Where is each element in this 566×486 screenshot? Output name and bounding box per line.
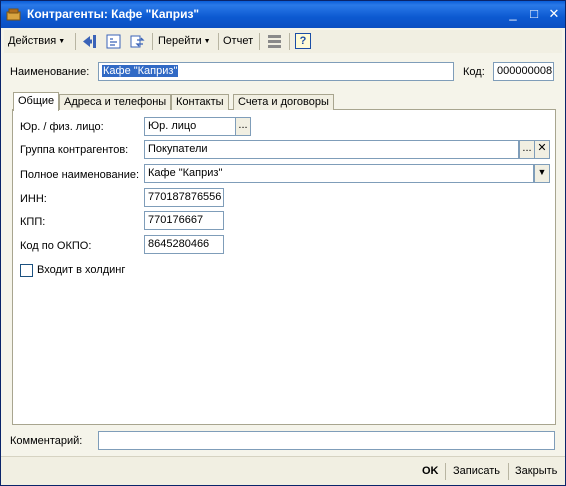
- full-name-field[interactable]: Кафе "Каприз": [144, 164, 534, 183]
- holding-checkbox[interactable]: [20, 264, 33, 277]
- tab-general[interactable]: Общие: [13, 92, 60, 111]
- help-button[interactable]: ?: [295, 33, 311, 49]
- okpo-field[interactable]: 8645280466: [144, 235, 224, 254]
- group-select-button[interactable]: ...: [519, 140, 535, 159]
- minimize-button[interactable]: _: [504, 6, 522, 23]
- holding-label: Входит в холдинг: [37, 264, 126, 276]
- inn-label: ИНН:: [20, 193, 47, 205]
- tab-contacts[interactable]: Контакты: [171, 94, 229, 110]
- comment-field[interactable]: [98, 431, 555, 450]
- actions-menu[interactable]: Действия ▼: [8, 32, 65, 51]
- close-button[interactable]: Закрыть: [515, 463, 557, 480]
- title-bar[interactable]: Контрагенты: Кафе "Каприз" _ □ ✕: [1, 1, 565, 28]
- structure-icon[interactable]: [105, 33, 122, 50]
- ok-button[interactable]: OK: [422, 463, 439, 480]
- kpp-field[interactable]: 770176667: [144, 211, 224, 230]
- refresh-icon[interactable]: [129, 33, 146, 50]
- window-title: Контрагенты: Кафе "Каприз": [27, 7, 200, 21]
- footer-bar: OK Записать Закрыть: [1, 456, 565, 485]
- name-label: Наименование:: [10, 66, 90, 78]
- okpo-label: Код по ОКПО:: [20, 240, 92, 252]
- toolbar-separator: [152, 33, 153, 50]
- toolbar-separator: [289, 33, 290, 50]
- counterparty-window: Контрагенты: Кафе "Каприз" _ □ ✕ Действи…: [0, 0, 566, 486]
- chevron-down-icon: ▼: [203, 38, 211, 45]
- save-button[interactable]: Записать: [453, 463, 500, 480]
- name-field[interactable]: Кафе "Каприз": [98, 62, 454, 81]
- name-value: Кафе "Каприз": [102, 65, 179, 77]
- toolbar-separator: [218, 33, 219, 50]
- actions-label: Действия: [8, 35, 57, 47]
- inn-field[interactable]: 770187876556: [144, 188, 224, 207]
- full-name-label: Полное наименование:: [20, 169, 140, 181]
- footer-separator: [445, 463, 446, 480]
- toolbar-separator: [75, 33, 76, 50]
- entity-type-field[interactable]: Юр. лицо: [144, 117, 236, 136]
- footer-separator: [508, 463, 509, 480]
- goto-menu[interactable]: Перейти ▼: [158, 32, 211, 51]
- app-icon: [6, 8, 21, 21]
- group-field[interactable]: Покупатели: [144, 140, 519, 159]
- chevron-down-icon: ▼: [58, 38, 66, 45]
- clear-group-icon[interactable]: ✕: [534, 140, 550, 159]
- maximize-button[interactable]: □: [525, 6, 543, 23]
- entity-type-label: Юр. / физ. лицо:: [20, 121, 104, 133]
- toolbar-separator: [259, 33, 260, 50]
- tab-accounts-contracts[interactable]: Счета и договоры: [233, 94, 334, 110]
- goto-label: Перейти: [158, 35, 202, 47]
- group-label: Группа контрагентов:: [20, 144, 129, 156]
- back-arrow-icon[interactable]: [81, 33, 98, 50]
- chevron-down-icon: ▼: [537, 167, 547, 177]
- toolbar: Действия ▼ Перейти ▼ Отчет ?: [4, 30, 562, 53]
- code-label: Код:: [463, 66, 485, 78]
- code-field[interactable]: 000000008: [493, 62, 554, 81]
- close-window-button[interactable]: ✕: [545, 6, 563, 23]
- tab-addresses-phones[interactable]: Адреса и телефоны: [59, 94, 172, 110]
- report-button[interactable]: Отчет: [223, 32, 253, 51]
- comment-label: Комментарий:: [10, 435, 83, 447]
- entity-type-select-button[interactable]: ...: [235, 117, 251, 136]
- kpp-label: КПП:: [20, 216, 46, 228]
- full-name-dropdown-button[interactable]: ▼: [534, 164, 550, 183]
- list-icon[interactable]: [266, 33, 283, 50]
